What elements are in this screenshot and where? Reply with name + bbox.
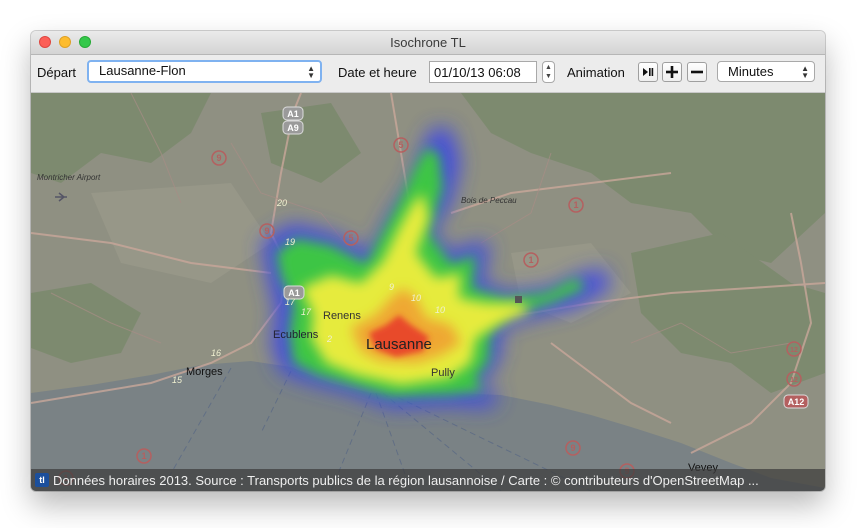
title-bar[interactable]: Isochrone TL	[31, 31, 825, 55]
select-arrows-icon: ▲ ▼	[801, 64, 809, 80]
svg-text:9: 9	[216, 153, 221, 163]
isochrone-map[interactable]: A1 A9 A1 A12 9 9 5 5 9 1 1 1 12 12 19 17…	[31, 92, 825, 491]
label-airport: Montricher Airport	[37, 173, 101, 182]
attribution-bar: tl Données horaires 2013. Source : Trans…	[31, 469, 825, 491]
map-marker	[515, 296, 522, 303]
svg-text:5: 5	[348, 233, 353, 243]
stepper-up-icon[interactable]: ▲	[545, 64, 552, 71]
play-pause-icon	[643, 68, 654, 76]
shield-a9: A9	[282, 120, 304, 135]
play-pause-button[interactable]	[638, 62, 658, 82]
svg-text:9: 9	[264, 226, 269, 236]
window-title: Isochrone TL	[390, 35, 466, 50]
zoom-in-button[interactable]	[662, 62, 682, 82]
date-time-field[interactable]: 01/10/13 06:08	[429, 61, 537, 83]
app-window: Isochrone TL Départ Lausanne-Flon ▲ ▼ Dat…	[31, 31, 825, 491]
depart-label: Départ	[37, 65, 77, 80]
attribution-text: Données horaires 2013. Source : Transpor…	[53, 473, 759, 488]
label-pully: Pully	[431, 367, 455, 379]
stepper-down-icon[interactable]: ▼	[545, 73, 552, 80]
animation-label: Animation	[567, 65, 625, 80]
select-arrows-icon: ▲ ▼	[307, 64, 315, 80]
svg-text:10: 10	[435, 305, 445, 315]
svg-text:A9: A9	[287, 123, 299, 133]
svg-text:A1: A1	[287, 109, 299, 119]
svg-text:15: 15	[172, 375, 183, 385]
label-renens: Renens	[323, 310, 361, 322]
svg-text:12: 12	[790, 377, 798, 384]
svg-text:2: 2	[326, 334, 332, 344]
toolbar: Départ Lausanne-Flon ▲ ▼ Date et heure 01…	[31, 55, 825, 93]
svg-text:1: 1	[528, 255, 533, 265]
date-time-value: 01/10/13 06:08	[434, 65, 521, 80]
svg-text:9: 9	[570, 443, 575, 453]
date-label: Date et heure	[338, 65, 417, 80]
shield-a12: A12	[783, 394, 809, 409]
depart-select[interactable]: Lausanne-Flon ▲ ▼	[87, 60, 322, 83]
depart-value: Lausanne-Flon	[99, 63, 186, 78]
plus-icon	[666, 66, 678, 78]
svg-text:19: 19	[285, 237, 295, 247]
unit-select[interactable]: Minutes ▲ ▼	[717, 61, 815, 82]
label-lausanne: Lausanne	[366, 336, 432, 353]
shield-a1: A1	[282, 106, 304, 121]
svg-text:17: 17	[301, 307, 312, 317]
svg-text:A12: A12	[788, 397, 805, 407]
svg-text:1: 1	[573, 200, 578, 210]
tl-logo-icon: tl	[35, 473, 49, 487]
svg-text:1: 1	[141, 451, 146, 461]
svg-text:16: 16	[211, 348, 221, 358]
svg-text:10: 10	[411, 293, 421, 303]
minus-icon	[691, 70, 703, 74]
label-ecublens: Ecublens	[273, 329, 319, 341]
svg-text:5: 5	[398, 140, 403, 150]
label-morges: Morges	[186, 366, 223, 378]
svg-text:17: 17	[285, 297, 296, 307]
svg-text:12: 12	[790, 347, 798, 354]
unit-value: Minutes	[728, 64, 774, 79]
svg-text:20: 20	[276, 198, 287, 208]
label-bois: Bois de Peccau	[461, 196, 517, 205]
zoom-out-button[interactable]	[687, 62, 707, 82]
date-stepper[interactable]: ▲ ▼	[542, 61, 555, 83]
map-canvas[interactable]: A1 A9 A1 A12 9 9 5 5 9 1 1 1 12 12 19 17…	[31, 92, 825, 491]
svg-text:9: 9	[389, 282, 394, 292]
